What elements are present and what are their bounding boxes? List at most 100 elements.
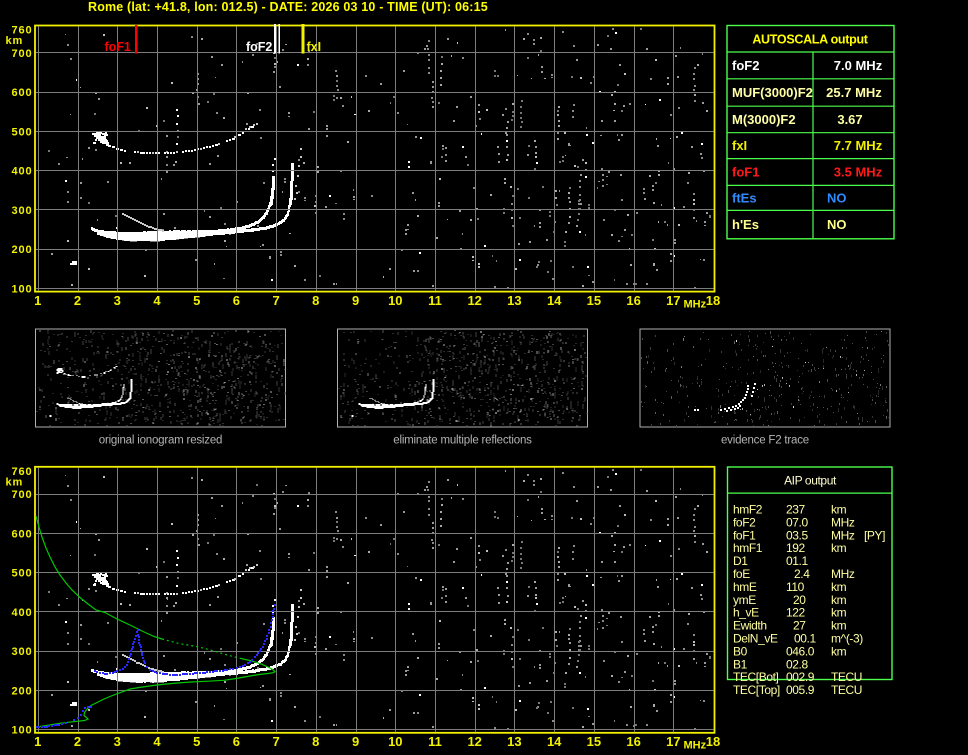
svg-text:ftEs: ftEs — [732, 190, 757, 205]
svg-text:8: 8 — [312, 293, 319, 308]
svg-text:200: 200 — [11, 244, 32, 256]
svg-text:12: 12 — [467, 293, 481, 308]
svg-text:700: 700 — [11, 489, 32, 501]
svg-text:14: 14 — [547, 293, 562, 308]
svg-text:122: 122 — [786, 606, 806, 620]
svg-text:2: 2 — [74, 734, 81, 749]
svg-text:7: 7 — [272, 293, 279, 308]
svg-text:B1: B1 — [733, 657, 748, 671]
svg-text:km: km — [831, 580, 847, 594]
svg-text:Rome (lat: +41.8, lon: 012.5): Rome (lat: +41.8, lon: 012.5) - DATE: 20… — [88, 0, 488, 14]
svg-text:fxI: fxI — [307, 40, 322, 54]
svg-text:17: 17 — [666, 293, 680, 308]
svg-text:km: km — [6, 35, 24, 47]
svg-text:200: 200 — [11, 685, 32, 697]
svg-text:11: 11 — [428, 293, 442, 308]
svg-text:original ionogram resized: original ionogram resized — [99, 435, 222, 447]
svg-text:TECU: TECU — [831, 670, 862, 684]
svg-text:600: 600 — [11, 528, 32, 540]
svg-text:h_vE: h_vE — [733, 606, 759, 620]
svg-text:3: 3 — [114, 293, 121, 308]
svg-text:AUTOSCALA output: AUTOSCALA output — [752, 33, 868, 47]
svg-text:8: 8 — [312, 734, 319, 749]
svg-text:NO: NO — [827, 190, 847, 205]
svg-text:4: 4 — [153, 734, 161, 749]
svg-text:km: km — [831, 541, 847, 555]
svg-text:046.0: 046.0 — [786, 644, 815, 658]
svg-text:18: 18 — [706, 734, 720, 749]
svg-text:[PY]: [PY] — [864, 528, 885, 542]
svg-text:16: 16 — [626, 734, 640, 749]
svg-text:100: 100 — [11, 283, 32, 295]
svg-text:evidence F2 trace: evidence F2 trace — [721, 435, 809, 447]
svg-text:01.1: 01.1 — [786, 554, 808, 568]
svg-text:eliminate multiple reflections: eliminate multiple reflections — [393, 435, 532, 447]
svg-text:B0: B0 — [733, 644, 748, 658]
svg-text:MHz: MHz — [831, 528, 855, 542]
svg-text:7: 7 — [272, 734, 279, 749]
svg-text:005.9: 005.9 — [786, 683, 815, 697]
svg-text:fxI: fxI — [732, 138, 747, 153]
svg-text:700: 700 — [11, 48, 32, 60]
svg-text:km: km — [831, 503, 847, 517]
svg-text:km: km — [831, 619, 847, 633]
svg-text:MHz: MHz — [684, 299, 707, 311]
svg-text:foF1: foF1 — [733, 528, 756, 542]
svg-text:hmE: hmE — [733, 580, 757, 594]
svg-text:500: 500 — [11, 126, 32, 138]
svg-text:300: 300 — [11, 205, 32, 217]
svg-text:2.4: 2.4 — [794, 567, 810, 581]
svg-text:9: 9 — [352, 293, 359, 308]
svg-text:9: 9 — [352, 734, 359, 749]
svg-text:11: 11 — [428, 734, 442, 749]
svg-text:ymE: ymE — [733, 593, 756, 607]
svg-text:M(3000)F2: M(3000)F2 — [732, 112, 796, 127]
svg-text:3.5 MHz: 3.5 MHz — [834, 165, 883, 180]
svg-text:2: 2 — [74, 293, 81, 308]
svg-text:Ewidth: Ewidth — [733, 619, 767, 633]
svg-text:MHz: MHz — [831, 567, 855, 581]
svg-text:500: 500 — [11, 568, 32, 580]
svg-text:18: 18 — [706, 293, 720, 308]
svg-text:TEC[Top]: TEC[Top] — [733, 683, 780, 697]
svg-text:TECU: TECU — [831, 683, 862, 697]
svg-text:5: 5 — [193, 734, 200, 749]
svg-text:27: 27 — [793, 619, 806, 633]
svg-text:m^(-3): m^(-3) — [831, 632, 863, 646]
svg-text:13: 13 — [507, 734, 521, 749]
svg-text:NO: NO — [827, 217, 847, 232]
svg-text:foF2: foF2 — [733, 515, 756, 529]
svg-text:km: km — [6, 476, 24, 488]
svg-text:5: 5 — [193, 293, 200, 308]
svg-text:03.5: 03.5 — [786, 528, 808, 542]
svg-text:hmF1: hmF1 — [733, 541, 763, 555]
svg-text:17: 17 — [666, 734, 680, 749]
svg-text:14: 14 — [547, 734, 562, 749]
svg-text:km: km — [831, 593, 847, 607]
svg-text:400: 400 — [11, 607, 32, 619]
svg-text:16: 16 — [626, 293, 640, 308]
svg-text:00.1: 00.1 — [794, 632, 816, 646]
svg-text:10: 10 — [388, 293, 402, 308]
svg-text:MHz: MHz — [684, 740, 707, 752]
svg-text:hmF2: hmF2 — [733, 503, 763, 517]
svg-text:237: 237 — [786, 503, 806, 517]
svg-text:002.9: 002.9 — [786, 670, 815, 684]
svg-text:12: 12 — [467, 734, 481, 749]
svg-text:100: 100 — [11, 725, 32, 737]
svg-text:7.0 MHz: 7.0 MHz — [834, 58, 883, 73]
svg-text:MHz: MHz — [831, 515, 855, 529]
svg-text:3.67: 3.67 — [837, 112, 862, 127]
svg-text:foF2: foF2 — [732, 58, 759, 73]
svg-text:15: 15 — [587, 734, 601, 749]
svg-text:foF2: foF2 — [246, 40, 272, 54]
svg-text:13: 13 — [507, 293, 521, 308]
svg-text:300: 300 — [11, 646, 32, 658]
svg-text:192: 192 — [786, 541, 806, 555]
svg-text:km: km — [831, 606, 847, 620]
svg-text:foF1: foF1 — [105, 40, 131, 54]
svg-text:6: 6 — [233, 734, 240, 749]
svg-text:25.7 MHz: 25.7 MHz — [826, 85, 882, 100]
svg-text:MUF(3000)F2: MUF(3000)F2 — [732, 85, 813, 100]
svg-text:600: 600 — [11, 87, 32, 99]
